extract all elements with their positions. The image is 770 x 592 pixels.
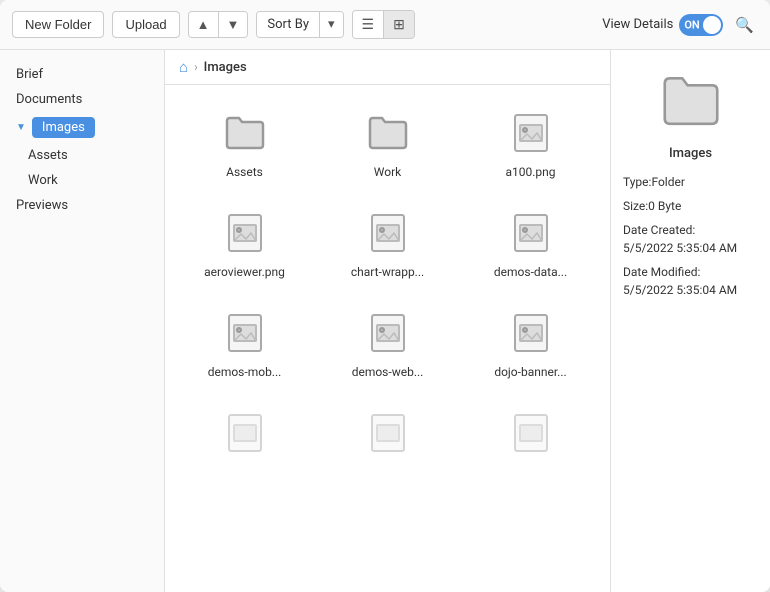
details-modified: Date Modified:5/5/2022 5:35:04 AM — [623, 263, 758, 299]
file-item-work[interactable]: Work — [320, 97, 455, 189]
sidebar-item-assets[interactable]: Assets — [0, 143, 164, 168]
image-icon-dojo-banner — [505, 307, 557, 359]
sort-by-group: Sort By ▾ — [256, 11, 343, 38]
image-icon-a100 — [505, 107, 557, 159]
sidebar-item-work[interactable]: Work — [0, 168, 164, 193]
view-details-toggle[interactable]: ON — [679, 14, 723, 36]
sidebar-label-work: Work — [28, 173, 58, 188]
details-panel: Images Type:Folder Size:0 Byte Date Crea… — [610, 50, 770, 592]
file-item-a100[interactable]: a100.png — [463, 97, 598, 189]
view-toggle-group: ☰ ⊞ — [352, 10, 415, 39]
grid-view-button[interactable]: ⊞ — [384, 11, 414, 38]
file-item-partial-2[interactable] — [320, 397, 455, 475]
view-details-toggle-group: View Details ON — [598, 14, 723, 36]
details-name: Images — [623, 146, 758, 161]
file-name-demos-data: demos-data... — [494, 265, 567, 279]
sort-by-label: Sort By — [257, 12, 319, 37]
search-button[interactable]: 🔍 — [731, 12, 758, 38]
folder-icon-assets — [219, 107, 271, 159]
breadcrumb-separator: › — [194, 60, 198, 74]
list-view-button[interactable]: ☰ — [353, 11, 385, 38]
view-details-label: View Details — [602, 17, 673, 32]
image-icon-aeroviewer — [219, 207, 271, 259]
sidebar-label-documents: Documents — [16, 92, 82, 107]
content-area: ⌂ › Images Assets — [165, 50, 610, 592]
toggle-knob — [703, 16, 721, 34]
file-item-demos-web[interactable]: demos-web... — [320, 297, 455, 389]
details-type: Type:Folder — [623, 173, 758, 191]
breadcrumb-current: Images — [204, 60, 247, 75]
file-grid: Assets Work — [165, 85, 610, 592]
file-name-aeroviewer: aeroviewer.png — [204, 265, 285, 279]
toggle-on-text: ON — [684, 18, 699, 31]
image-icon-demos-data — [505, 207, 557, 259]
file-item-dojo-banner[interactable]: dojo-banner... — [463, 297, 598, 389]
new-folder-button[interactable]: New Folder — [12, 11, 104, 38]
sidebar-label-previews: Previews — [16, 198, 68, 213]
main-content: Brief Documents ▼ Images Assets Work Pre… — [0, 50, 770, 592]
toolbar: New Folder Upload ▲ ▼ Sort By ▾ ☰ ⊞ View… — [0, 0, 770, 50]
folder-icon-work — [362, 107, 414, 159]
sort-direction-group: ▲ ▼ — [188, 11, 249, 38]
image-icon-partial-1 — [219, 407, 271, 459]
sort-down-button[interactable]: ▼ — [219, 12, 248, 37]
file-item-demos-mob[interactable]: demos-mob... — [177, 297, 312, 389]
file-name-work: Work — [374, 165, 401, 179]
file-item-demos-data[interactable]: demos-data... — [463, 197, 598, 289]
details-size: Size:0 Byte — [623, 197, 758, 215]
sidebar-item-brief[interactable]: Brief — [0, 62, 164, 87]
file-name-assets: Assets — [226, 165, 263, 179]
file-name-dojo-banner: dojo-banner... — [494, 365, 566, 379]
sidebar-item-images[interactable]: ▼ Images — [0, 112, 164, 143]
sort-up-button[interactable]: ▲ — [189, 12, 219, 37]
upload-button[interactable]: Upload — [112, 11, 179, 38]
file-name-a100: a100.png — [505, 165, 555, 179]
file-name-demos-web: demos-web... — [352, 365, 424, 379]
file-item-aeroviewer[interactable]: aeroviewer.png — [177, 197, 312, 289]
file-item-assets[interactable]: Assets — [177, 97, 312, 189]
sidebar: Brief Documents ▼ Images Assets Work Pre… — [0, 50, 165, 592]
image-icon-partial-3 — [505, 407, 557, 459]
sort-dropdown-icon[interactable]: ▾ — [319, 12, 343, 37]
image-icon-partial-2 — [362, 407, 414, 459]
sidebar-item-previews[interactable]: Previews — [0, 193, 164, 218]
details-created: Date Created:5/5/2022 5:35:04 AM — [623, 221, 758, 257]
file-item-partial-1[interactable] — [177, 397, 312, 475]
sidebar-label-brief: Brief — [16, 67, 43, 82]
file-name-chart: chart-wrapp... — [351, 265, 424, 279]
file-item-chart[interactable]: chart-wrapp... — [320, 197, 455, 289]
sidebar-arrow-images: ▼ — [16, 122, 26, 133]
image-icon-demos-web — [362, 307, 414, 359]
file-item-partial-3[interactable] — [463, 397, 598, 475]
sidebar-label-assets: Assets — [28, 148, 68, 163]
breadcrumb: ⌂ › Images — [165, 50, 610, 85]
sidebar-item-documents[interactable]: Documents — [0, 87, 164, 112]
image-icon-chart — [362, 207, 414, 259]
image-icon-demos-mob — [219, 307, 271, 359]
file-name-demos-mob: demos-mob... — [208, 365, 282, 379]
breadcrumb-home[interactable]: ⌂ — [179, 58, 188, 76]
app-window: New Folder Upload ▲ ▼ Sort By ▾ ☰ ⊞ View… — [0, 0, 770, 592]
details-folder-icon — [623, 66, 758, 136]
sidebar-label-images: Images — [32, 117, 95, 138]
